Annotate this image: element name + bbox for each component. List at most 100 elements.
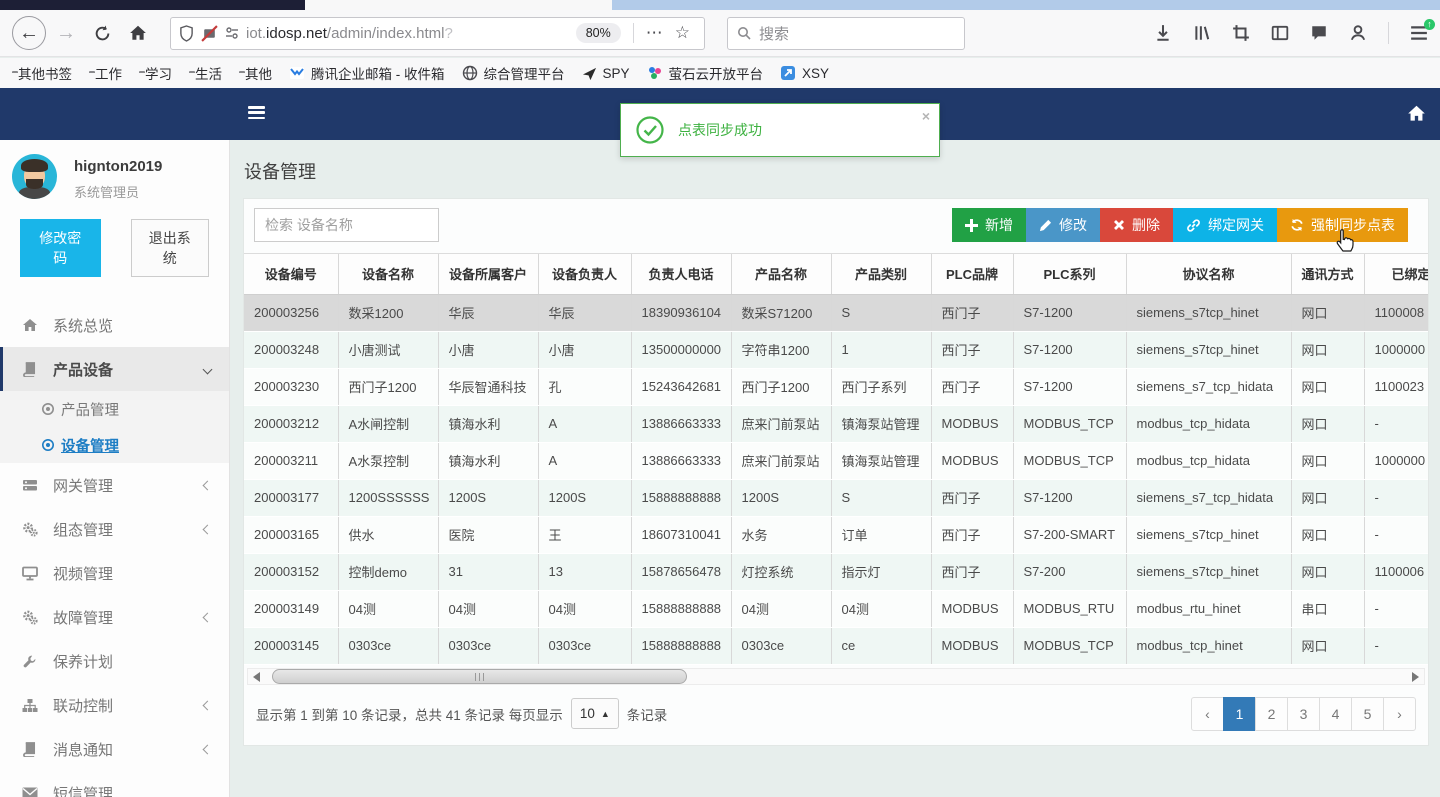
action-button-强制同步点表[interactable]: 强制同步点表 [1277,208,1408,242]
sidebar-item-视频管理[interactable]: 视频管理 [0,551,229,595]
book-icon [22,741,44,757]
downloads-icon[interactable] [1154,24,1172,42]
scroll-right-icon[interactable] [1412,671,1419,682]
bookmark-item[interactable]: 生活 [189,63,222,83]
table-cell: 网口 [1291,294,1365,332]
table-row[interactable]: 200003165 供水 医院王 18607310041 水务 订单 西门子 S7-200-S… [244,516,1428,554]
action-button-删除[interactable]: 删除 [1100,208,1173,242]
home-icon [22,317,44,333]
reload-button[interactable] [86,17,118,49]
action-button-修改[interactable]: 修改 [1026,208,1100,242]
bookmark-item[interactable]: 其他书签 [12,63,72,83]
page-button-2[interactable]: 2 [1255,696,1288,731]
table-row[interactable]: 200003145 0303ce 0303ce 0303ce 15888888888 03… [244,627,1428,665]
browser-tab-dark[interactable] [0,0,305,10]
home-button[interactable] [122,17,154,49]
table-row[interactable]: 200003248 小唐测试 小唐 小唐 13500000000 字符串1200 1 西门子 S… [244,331,1428,369]
toast-close-icon[interactable]: × [922,108,930,124]
sidebar-subitem-产品管理[interactable]: 产品管理 [0,391,229,427]
column-header-产品名称: 产品名称 [731,254,832,295]
action-button-新增[interactable]: 新增 [952,208,1026,242]
table-cell: MODBUS [931,627,1014,665]
table-cell: 15888888888 [631,627,732,665]
table-cell: 1200SSSSSS [338,479,439,517]
page-actions-icon[interactable]: ⋯ [646,23,663,43]
bookmark-item[interactable]: SPY [582,66,630,81]
browser-tab-active[interactable] [305,0,612,10]
table-cell: 13886663333 [631,405,732,443]
table-row[interactable]: 200003152 控制demo 31 13 15878656478 灯控系统 指示灯 西门子… [244,553,1428,591]
bookmark-item[interactable]: XSY [780,65,829,81]
table-cell: 1000000 [1364,442,1428,480]
screenshot-icon[interactable] [1232,24,1250,42]
sidebars-icon[interactable] [1271,24,1289,42]
bookmark-star-icon[interactable]: ☆ [675,23,690,43]
page-button-5[interactable]: 5 [1351,696,1384,731]
page-button-4[interactable]: 4 [1319,696,1352,731]
change-password-button[interactable]: 修改密码 [20,219,101,277]
table-row[interactable]: 200003230 西门子1200 华辰智通科技孔 15243642681 西门子120… [244,368,1428,406]
sidebar-item-消息通知[interactable]: 消息通知 [0,727,229,771]
user-role: 系统管理员 [74,185,140,200]
prev-page-button[interactable]: ‹ [1191,696,1224,731]
table-cell: S [831,479,932,517]
app-home-icon[interactable] [1407,104,1426,123]
bookmark-item[interactable]: 综合管理平台 [462,63,565,83]
table-cell: 串口 [1291,590,1365,628]
sidebar-item-产品设备[interactable]: 产品设备 [0,347,229,391]
device-search-input[interactable] [254,208,439,242]
bookmark-item[interactable]: 萤石云开放平台 [647,63,763,83]
table-cell: 15888888888 [631,479,732,517]
bookmark-item[interactable]: 腾讯企业邮箱 - 收件箱 [289,63,445,83]
sidebar-item-联动控制[interactable]: 联动控制 [0,683,229,727]
shield-icon[interactable] [179,24,194,42]
sidebar-item-故障管理[interactable]: 故障管理 [0,595,229,639]
next-page-button[interactable]: › [1383,696,1416,731]
table-cell: siemens_s7tcp_hinet [1126,331,1292,369]
action-button-label: 强制同步点表 [1311,217,1395,233]
page-button-1[interactable]: 1 [1223,696,1256,731]
page-size-select[interactable]: 10 ▲ [570,698,619,729]
sidebar-item-组态管理[interactable]: 组态管理 [0,507,229,551]
bookmark-item[interactable]: 其他 [239,63,272,83]
sidebar-item-保养计划[interactable]: 保养计划 [0,639,229,683]
sidebar-subitem-设备管理[interactable]: 设备管理 [0,427,229,463]
sidebar-item-label: 消息通知 [53,741,114,759]
library-icon[interactable] [1193,24,1211,42]
table-cell: 数采1200 [338,294,439,332]
bookmark-item[interactable]: 工作 [89,63,122,83]
sidebar-toggle-icon[interactable] [248,106,265,120]
app-root: hignton2019 系统管理员 修改密码 退出系统 系统总览 产品设备 产品管理… [0,88,1440,797]
back-button[interactable]: ← [12,16,46,50]
table-row[interactable]: 200003212 A水闸控制 镇海水利 A 13886663333 庶来门前泵站 镇海泵站… [244,405,1428,443]
action-button-绑定网关[interactable]: 绑定网关 [1173,208,1277,242]
scroll-left-icon[interactable] [253,671,260,682]
horizontal-scrollbar[interactable] [247,667,1425,685]
logout-button[interactable]: 退出系统 [130,219,209,277]
scrollbar-thumb[interactable] [272,668,687,684]
table-cell: 华辰 [538,294,632,332]
browser-search-bar[interactable]: 搜索 [727,16,965,50]
table-cell: 网口 [1291,331,1365,369]
sidebar-subitem-label: 产品管理 [61,402,119,419]
table-row[interactable]: 200003177 1200SSSSSS 1200S 1200S 15888888888… [244,479,1428,517]
account-icon[interactable] [1349,24,1367,42]
table-row[interactable]: 200003149 04测 04测 04测 15888888888 04测 04测 MODBU… [244,590,1428,628]
page-button-3[interactable]: 3 [1287,696,1320,731]
messages-icon[interactable] [1310,24,1328,42]
permissions-icon[interactable] [225,26,239,40]
sidebar-item-系统总览[interactable]: 系统总览 [0,303,229,347]
bookmark-label: 其他 [245,67,272,82]
bookmark-item[interactable]: 学习 [139,63,172,83]
forward-button[interactable]: → [50,17,82,49]
sidebar-item-label: 产品设备 [53,361,114,379]
table-row[interactable]: 200003256 数采1200 华辰 华辰 18390936104 数采S71200 S 西… [244,294,1428,332]
sidebar-item-网关管理[interactable]: 网关管理 [0,463,229,507]
sidebar-item-短信管理[interactable]: 短信管理 [0,771,229,797]
tracking-protection-icon[interactable] [201,24,218,42]
action-button-label: 绑定网关 [1208,217,1264,233]
table-row[interactable]: 200003211 A水泵控制 镇海水利 A 13886663333 庶来门前泵站 镇海泵站… [244,442,1428,480]
menu-icon[interactable]: ↑ [1410,19,1435,41]
url-bar[interactable]: iot.idosp.net/admin/index.html? 80% ⋯ ☆ [170,16,705,50]
zoom-indicator[interactable]: 80% [575,23,621,43]
